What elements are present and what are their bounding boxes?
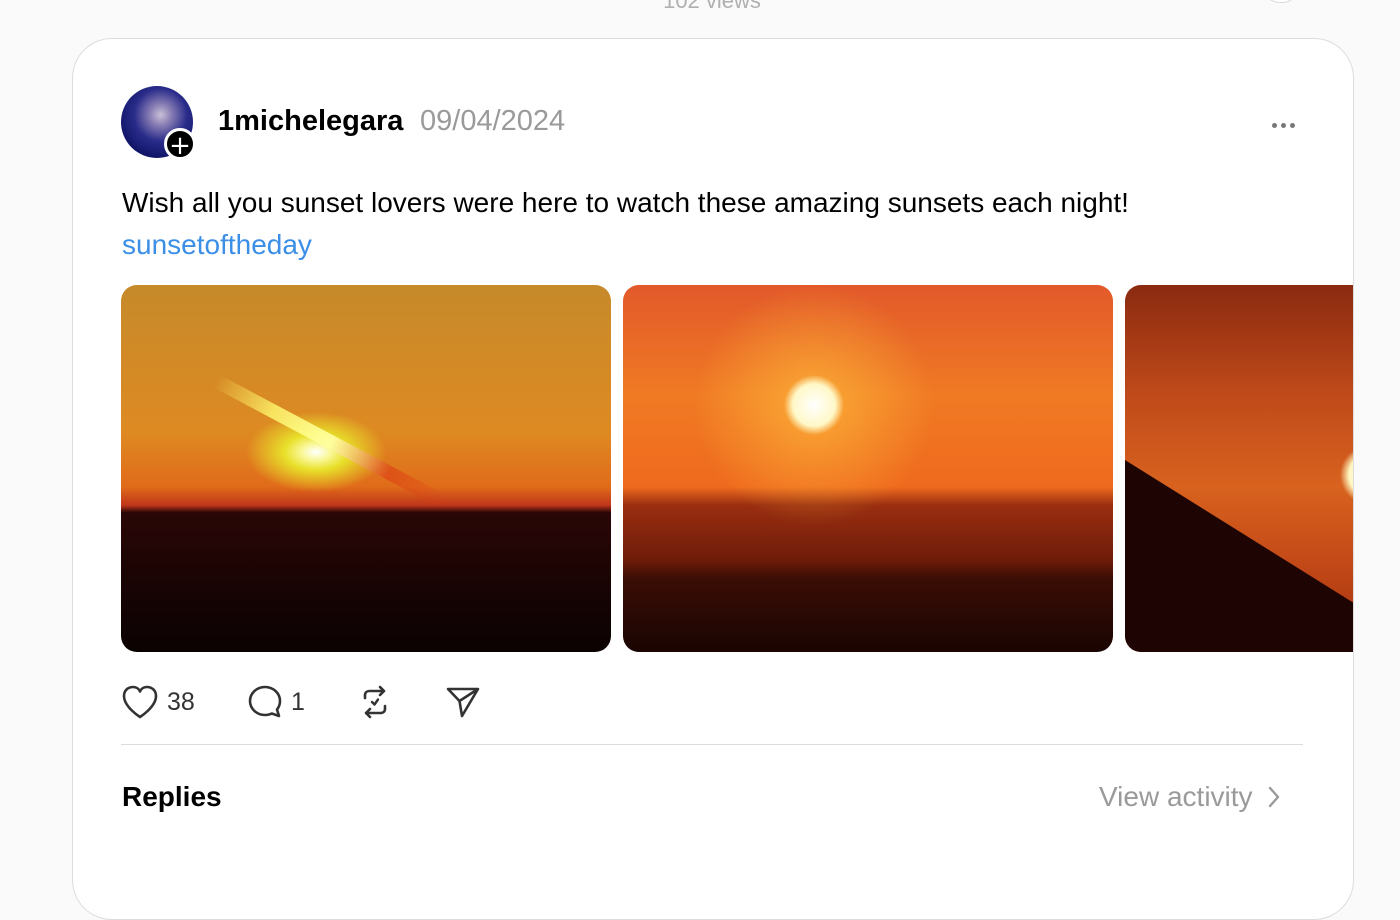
like-count: 38 [167,687,195,716]
divider [121,744,1303,745]
sunset-photo-2[interactable] [623,285,1113,652]
reply-count: 1 [291,687,305,716]
reply-button[interactable]: 1 [247,684,305,720]
view-activity-link[interactable]: View activity [1099,781,1281,813]
post-date: 09/04/2024 [420,105,566,137]
chevron-right-icon [1268,786,1279,808]
post-card: + 1michelegara 09/04/2024 Wish all you s… [72,38,1354,920]
sunset-photo-1[interactable] [121,285,611,652]
heart-icon [122,685,158,719]
hashtag-link[interactable]: sunsetoftheday [122,229,312,261]
username[interactable]: 1michelegara [218,105,403,138]
like-button[interactable]: 38 [121,684,195,720]
sunset-photo-3[interactable] [1125,285,1353,652]
view-activity-label: View activity [1099,781,1253,812]
views-count: 102 views [663,0,761,13]
follow-plus-icon[interactable]: + [164,128,196,161]
post-text: Wish all you sunset lovers were here to … [122,187,1129,218]
replies-heading: Replies [122,781,222,812]
comment-icon [248,685,282,718]
repost-icon [363,685,387,719]
repost-button[interactable] [357,684,393,720]
more-options-icon[interactable] [1263,105,1303,145]
share-button[interactable] [445,684,481,720]
share-icon [446,687,480,718]
